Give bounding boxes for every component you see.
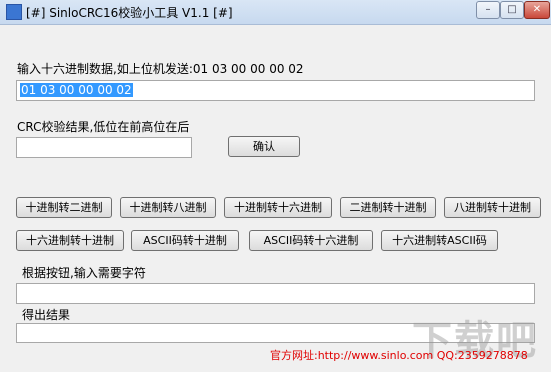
conversion-input-label: 根据按钮,输入需要字符 bbox=[22, 266, 146, 280]
hex-input-label: 输入十六进制数据,如上位机发送:01 03 00 00 00 02 bbox=[17, 62, 304, 76]
dec-to-bin-button[interactable]: 十进制转二进制 bbox=[16, 197, 112, 218]
result-label: 得出结果 bbox=[22, 308, 71, 322]
hex-input[interactable]: 01 03 00 00 00 02 bbox=[16, 80, 535, 101]
oct-to-dec-button[interactable]: 八进制转十进制 bbox=[444, 197, 541, 218]
app-icon bbox=[6, 4, 22, 20]
footer-link[interactable]: 官方网址:http://www.sinlo.com QQ:2359278878 bbox=[270, 347, 528, 363]
dec-to-hex-button[interactable]: 十进制转十六进制 bbox=[224, 197, 332, 218]
minimize-button[interactable]: – bbox=[476, 1, 500, 19]
crc-result-field[interactable] bbox=[16, 137, 192, 158]
hex-to-dec-button[interactable]: 十六进制转十进制 bbox=[16, 230, 124, 251]
hex-input-value: 01 03 00 00 00 02 bbox=[20, 83, 133, 97]
title-bar[interactable]: [#] SinloCRC16校验小工具 V1.1 [#] – □ ✕ bbox=[0, 0, 551, 25]
bin-to-dec-button[interactable]: 二进制转十进制 bbox=[340, 197, 436, 218]
close-button[interactable]: ✕ bbox=[524, 1, 550, 19]
conversion-input[interactable] bbox=[16, 283, 535, 304]
ascii-to-hex-button[interactable]: ASCII码转十六进制 bbox=[249, 230, 373, 251]
confirm-button[interactable]: 确认 bbox=[228, 136, 300, 157]
app-window: [#] SinloCRC16校验小工具 V1.1 [#] – □ ✕ 输入十六进… bbox=[0, 0, 551, 372]
dec-to-oct-button[interactable]: 十进制转八进制 bbox=[120, 197, 216, 218]
crc-result-label: CRC校验结果,低位在前高位在后 bbox=[17, 120, 190, 134]
ascii-to-dec-button[interactable]: ASCII码转十进制 bbox=[131, 230, 239, 251]
window-title: [#] SinloCRC16校验小工具 V1.1 [#] bbox=[26, 6, 233, 20]
hex-to-ascii-button[interactable]: 十六进制转ASCII码 bbox=[381, 230, 498, 251]
maximize-button[interactable]: □ bbox=[500, 1, 524, 19]
